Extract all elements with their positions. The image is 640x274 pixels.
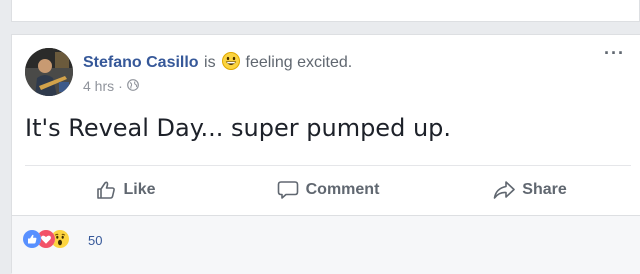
is-word: is xyxy=(204,54,216,71)
post-card: Stefano Casillo is feeling excited. 4 hr… xyxy=(11,34,640,274)
post-actions: Like Comment Share xyxy=(25,166,631,214)
like-button[interactable]: Like xyxy=(25,166,227,214)
post-text: It's Reveal Day... super pumped up. xyxy=(25,114,452,142)
like-label: Like xyxy=(123,181,156,198)
meta-separator: · xyxy=(118,78,123,94)
more-options-button[interactable]: ··· xyxy=(604,44,624,64)
reactions-bar: 50 xyxy=(12,215,640,274)
share-label: Share xyxy=(522,181,567,198)
post-header: Stefano Casillo is feeling excited. xyxy=(83,52,352,75)
share-button[interactable]: Share xyxy=(429,166,631,214)
like-icon xyxy=(23,230,41,248)
avatar[interactable] xyxy=(25,48,73,96)
post-meta: 4 hrs · xyxy=(83,78,139,94)
excited-emoji-icon xyxy=(222,52,241,75)
thumbs-up-icon xyxy=(97,181,116,199)
previous-post-card xyxy=(11,0,640,22)
comment-icon xyxy=(277,181,298,199)
author-name[interactable]: Stefano Casillo xyxy=(83,54,199,71)
comment-label: Comment xyxy=(305,181,380,198)
comment-button[interactable]: Comment xyxy=(227,166,429,214)
reaction-icons[interactable] xyxy=(23,230,69,248)
globe-icon[interactable] xyxy=(126,78,139,94)
feeling-activity[interactable]: feeling excited. xyxy=(246,54,353,71)
reaction-count[interactable]: 50 xyxy=(88,233,102,248)
share-arrow-icon xyxy=(493,181,516,199)
post-timestamp[interactable]: 4 hrs xyxy=(83,78,114,94)
